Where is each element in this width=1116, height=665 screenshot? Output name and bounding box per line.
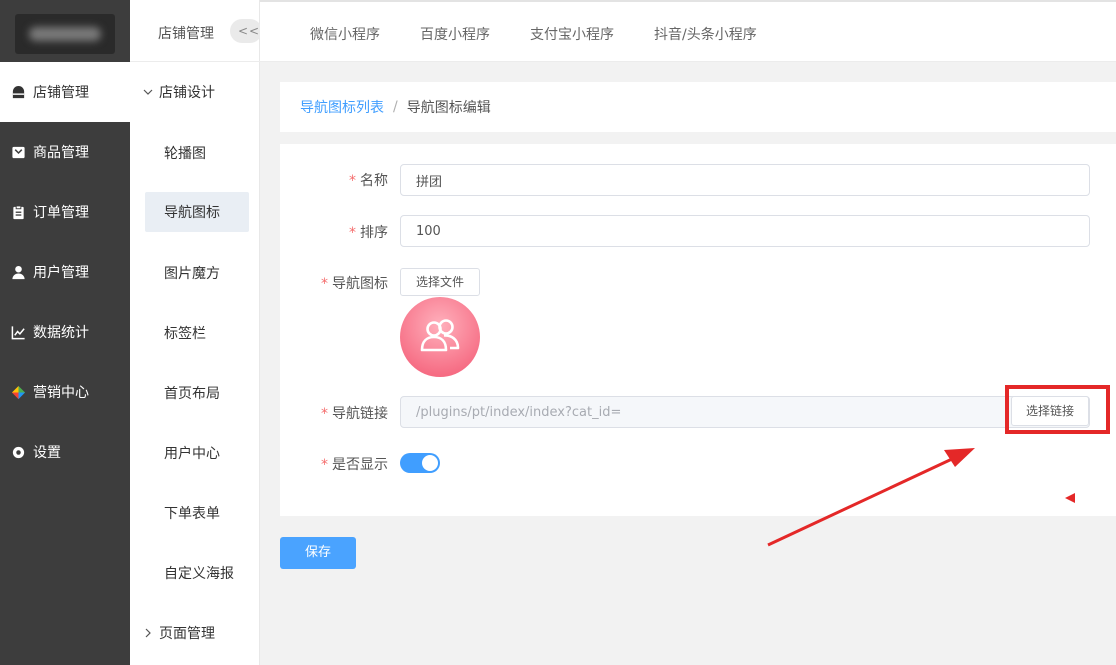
sidebar-item-label: 数据统计 xyxy=(33,325,89,341)
sidebar-item-store[interactable]: 店铺管理 xyxy=(0,62,130,122)
icon-label: * 导航图标 xyxy=(280,273,388,293)
sub-item-home-layout[interactable]: 首页布局 xyxy=(145,373,249,413)
group-store-design[interactable]: 店铺设计 xyxy=(130,62,260,122)
tab-douyin[interactable]: 抖音/头条小程序 xyxy=(654,24,757,44)
sidebar-item-label: 营销中心 xyxy=(33,385,89,401)
name-input[interactable] xyxy=(400,164,1090,196)
icon-label-text: 导航图标 xyxy=(332,276,388,292)
sidebar-item-orders[interactable]: 订单管理 xyxy=(0,182,130,242)
chart-icon xyxy=(11,325,26,340)
app-root: 店铺管理 商品管理 订单管理 用户管理 数据统计 营销中心 设置 店铺管理 店铺… xyxy=(0,0,1116,665)
group-users-icon xyxy=(420,319,460,352)
nav-icon-preview xyxy=(400,297,480,377)
required-mark: * xyxy=(321,457,328,473)
link-label: * 导航链接 xyxy=(280,403,388,423)
primary-sidebar: 店铺管理 商品管理 订单管理 用户管理 数据统计 营销中心 设置 xyxy=(0,0,130,665)
name-label-text: 名称 xyxy=(360,173,388,189)
order-icon xyxy=(11,204,26,220)
settings-icon xyxy=(11,445,26,460)
secondary-sidebar-title: 店铺管理 xyxy=(158,26,214,42)
display-label: * 是否显示 xyxy=(280,454,388,474)
sub-item-tab-bar[interactable]: 标签栏 xyxy=(145,313,249,353)
breadcrumb-current: 导航图标编辑 xyxy=(406,100,491,116)
goods-icon xyxy=(11,145,26,160)
sort-label-text: 排序 xyxy=(360,225,388,241)
breadcrumb: 导航图标列表 / 导航图标编辑 xyxy=(280,82,1116,132)
group-page-manage[interactable]: 页面管理 xyxy=(130,603,260,663)
chevron-right-icon xyxy=(142,627,154,639)
breadcrumb-separator: / xyxy=(393,99,398,115)
platform-tabs: 微信小程序 百度小程序 支付宝小程序 抖音/头条小程序 xyxy=(260,0,1116,62)
chevron-down-icon xyxy=(142,86,154,98)
sidebar-item-settings[interactable]: 设置 xyxy=(0,422,130,482)
sub-item-nav-icon[interactable]: 导航图标 xyxy=(145,192,249,232)
toggle-knob xyxy=(422,455,438,471)
sub-item-custom-poster[interactable]: 自定义海报 xyxy=(145,553,249,593)
name-label: * 名称 xyxy=(280,170,388,190)
sidebar-item-label: 用户管理 xyxy=(33,265,89,281)
sidebar-item-label: 店铺管理 xyxy=(33,85,89,101)
required-mark: * xyxy=(321,406,328,422)
required-mark: * xyxy=(321,276,328,292)
sidebar-item-stats[interactable]: 数据统计 xyxy=(0,302,130,362)
link-label-text: 导航链接 xyxy=(332,406,388,422)
sidebar-item-label: 设置 xyxy=(33,445,61,461)
sort-input[interactable] xyxy=(400,215,1090,247)
display-toggle[interactable] xyxy=(400,453,440,473)
marketing-icon xyxy=(11,385,26,400)
sub-item-user-center[interactable]: 用户中心 xyxy=(145,433,249,473)
sub-item-banner[interactable]: 轮播图 xyxy=(145,133,249,173)
collapse-sidebar-button[interactable]: << xyxy=(230,19,262,43)
group-label: 店铺设计 xyxy=(159,85,215,101)
tab-baidu[interactable]: 百度小程序 xyxy=(420,24,490,44)
breadcrumb-parent-link[interactable]: 导航图标列表 xyxy=(300,97,384,117)
secondary-sidebar: 店铺管理 店铺设计 轮播图 导航图标 图片魔方 标签栏 首页布局 用户中心 下单… xyxy=(130,0,260,665)
edit-form: *名称 *排序 *导航图标 选择文件 *导航链接 选择链接 *是否显示 xyxy=(280,144,1116,516)
choose-file-button[interactable]: 选择文件 xyxy=(400,268,480,296)
sidebar-item-users[interactable]: 用户管理 xyxy=(0,242,130,302)
sidebar-item-label: 商品管理 xyxy=(33,145,89,161)
logo xyxy=(15,14,115,54)
display-label-text: 是否显示 xyxy=(332,457,388,473)
link-input[interactable] xyxy=(400,396,1090,428)
sub-item-order-form[interactable]: 下单表单 xyxy=(145,493,249,533)
group-label: 页面管理 xyxy=(159,626,215,642)
sidebar-item-marketing[interactable]: 营销中心 xyxy=(0,362,130,422)
required-mark: * xyxy=(349,173,356,189)
user-icon xyxy=(11,265,26,280)
sidebar-item-label: 订单管理 xyxy=(33,205,89,221)
annotation-highlight-box xyxy=(1005,385,1110,434)
tab-wechat[interactable]: 微信小程序 xyxy=(310,24,380,44)
sort-label: * 排序 xyxy=(280,222,388,242)
save-button[interactable]: 保存 xyxy=(280,537,356,569)
sub-item-image-cube[interactable]: 图片魔方 xyxy=(145,253,249,293)
tab-alipay[interactable]: 支付宝小程序 xyxy=(530,24,614,44)
sidebar-item-goods[interactable]: 商品管理 xyxy=(0,122,130,182)
logo-mark xyxy=(29,27,101,41)
store-icon xyxy=(11,85,26,100)
required-mark: * xyxy=(349,225,356,241)
